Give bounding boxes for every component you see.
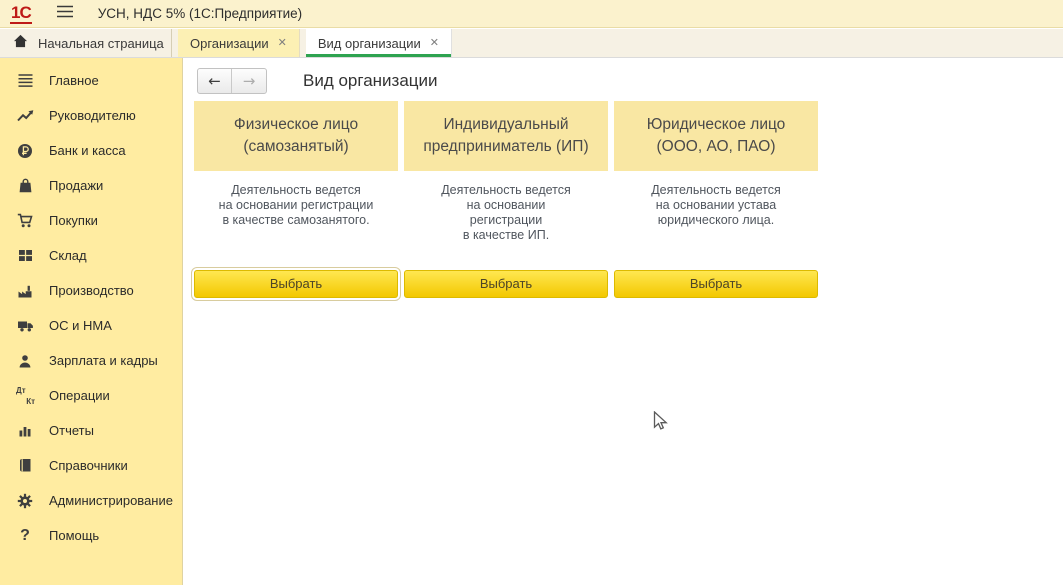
tab-organizations-label: Организации	[190, 36, 269, 51]
sidebar-item-reports[interactable]: Отчеты	[0, 413, 182, 448]
sidebar-item-label: Администрирование	[49, 493, 173, 508]
sidebar-item-help[interactable]: ? Помощь	[0, 518, 182, 553]
history-nav: ← →	[197, 68, 267, 94]
tab-organization-type[interactable]: Вид организации ✕	[306, 29, 452, 57]
sidebar-item-operations[interactable]: ДтКт Операции	[0, 378, 182, 413]
1c-logo: 1С	[10, 4, 32, 24]
question-icon: ?	[15, 527, 35, 545]
app-window: 1С УСН, НДС 5% (1С:Предприятие) Начальна…	[0, 0, 1063, 585]
select-button-selfemployed[interactable]: Выбрать	[194, 270, 398, 298]
sidebar-item-label: Справочники	[49, 458, 128, 473]
sidebar-item-label: Продажи	[49, 178, 103, 193]
sidebar-item-label: Зарплата и кадры	[49, 353, 158, 368]
card-title: Юридическое лицо (ООО, АО, ПАО)	[614, 101, 818, 171]
sidebar-item-production[interactable]: Производство	[0, 273, 182, 308]
factory-icon	[15, 284, 35, 298]
menu-lines-icon	[15, 74, 35, 87]
tab-organizations[interactable]: Организации ✕	[178, 29, 300, 57]
book-icon	[15, 458, 35, 473]
sidebar-item-sales[interactable]: Продажи	[0, 168, 182, 203]
sidebar-item-fixed-assets[interactable]: ОС и НМА	[0, 308, 182, 343]
sidebar-item-directories[interactable]: Справочники	[0, 448, 182, 483]
title-bar: 1С УСН, НДС 5% (1С:Предприятие)	[0, 0, 1063, 28]
sidebar-item-label: ОС и НМА	[49, 318, 112, 333]
card-entrepreneur-ip: Индивидуальный предприниматель (ИП) Деят…	[404, 101, 608, 333]
sidebar-item-label: Склад	[49, 248, 87, 263]
sidebar-item-manager[interactable]: Руководителю	[0, 98, 182, 133]
organization-type-cards: Физическое лицо (самозанятый) Деятельнос…	[194, 101, 824, 333]
window-title: УСН, НДС 5% (1С:Предприятие)	[98, 6, 302, 21]
sidebar-item-label: Банк и касса	[49, 143, 126, 158]
trend-icon	[15, 109, 35, 122]
tab-bar: Начальная страница Организации ✕ Вид орг…	[0, 29, 1063, 58]
ruble-circle-icon	[15, 143, 35, 159]
active-tab-underline	[306, 54, 451, 57]
sidebar-item-label: Главное	[49, 73, 99, 88]
shopping-bag-icon	[15, 178, 35, 193]
bar-chart-icon	[15, 424, 35, 438]
tab-home[interactable]: Начальная страница	[0, 29, 172, 57]
home-icon	[13, 34, 28, 53]
back-button[interactable]: ←	[198, 69, 232, 93]
gear-icon	[15, 493, 35, 509]
sidebar-item-label: Операции	[49, 388, 110, 403]
sidebar-item-label: Покупки	[49, 213, 98, 228]
card-description: Деятельность ведется на основании устава…	[614, 183, 818, 228]
card-legal-entity: Юридическое лицо (ООО, АО, ПАО) Деятельн…	[614, 101, 818, 333]
forward-button[interactable]: →	[232, 69, 266, 93]
sidebar-item-administration[interactable]: Администрирование	[0, 483, 182, 518]
section-sidebar: Главное Руководителю Банк и касса Продаж…	[0, 58, 183, 585]
tab-organization-type-label: Вид организации	[318, 36, 421, 51]
shopping-cart-icon	[15, 213, 35, 228]
sidebar-item-main[interactable]: Главное	[0, 63, 182, 98]
main-menu-icon[interactable]	[56, 5, 74, 23]
main-content: ← → Вид организации Физическое лицо (сам…	[184, 58, 1063, 585]
sidebar-item-label: Отчеты	[49, 423, 94, 438]
sidebar-item-warehouse[interactable]: Склад	[0, 238, 182, 273]
tab-home-label: Начальная страница	[38, 36, 164, 51]
sidebar-item-purchases[interactable]: Покупки	[0, 203, 182, 238]
warehouse-icon	[15, 249, 35, 262]
back-arrow-icon: ←	[208, 74, 221, 89]
card-description: Деятельность ведется на основании регист…	[194, 183, 398, 228]
sidebar-item-label: Помощь	[49, 528, 99, 543]
truck-icon	[15, 319, 35, 332]
close-icon[interactable]: ✕	[278, 37, 287, 49]
select-button-ip[interactable]: Выбрать	[404, 270, 608, 298]
sidebar-item-label: Производство	[49, 283, 134, 298]
person-icon	[15, 354, 35, 368]
sidebar-item-salary-hr[interactable]: Зарплата и кадры	[0, 343, 182, 378]
debit-credit-icon: ДтКт	[15, 387, 35, 404]
mouse-cursor-icon	[653, 411, 670, 438]
card-individual-selfemployed: Физическое лицо (самозанятый) Деятельнос…	[194, 101, 398, 333]
page-title: Вид организации	[303, 71, 438, 91]
card-description: Деятельность ведется на основании регист…	[404, 183, 608, 243]
forward-arrow-icon: →	[243, 74, 256, 89]
select-button-legal[interactable]: Выбрать	[614, 270, 818, 298]
sidebar-item-label: Руководителю	[49, 108, 136, 123]
content-toolbar: ← → Вид организации	[184, 58, 1063, 94]
close-icon[interactable]: ✕	[430, 37, 439, 49]
sidebar-item-bank-cash[interactable]: Банк и касса	[0, 133, 182, 168]
card-title: Физическое лицо (самозанятый)	[194, 101, 398, 171]
card-title: Индивидуальный предприниматель (ИП)	[404, 101, 608, 171]
